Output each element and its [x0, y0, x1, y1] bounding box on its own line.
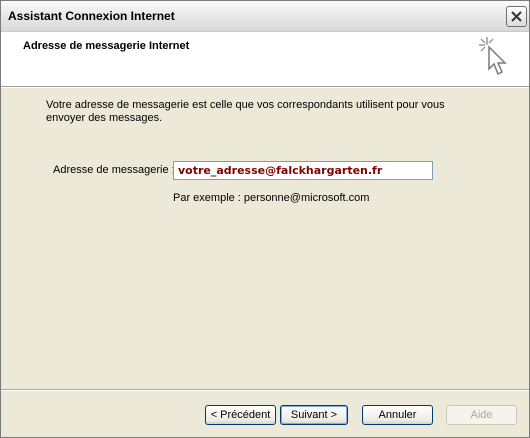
window-title: Assistant Connexion Internet	[8, 9, 175, 23]
wizard-header: Adresse de messagerie Internet	[1, 32, 529, 87]
close-icon	[511, 11, 522, 22]
title-bar[interactable]: Assistant Connexion Internet	[1, 1, 529, 32]
email-field[interactable]: votre_adresse@falckhargarten.fr	[173, 161, 433, 180]
email-field-label: Adresse de messagerie :	[53, 164, 175, 176]
wizard-window: Assistant Connexion Internet Adresse de …	[0, 0, 530, 438]
header-divider	[1, 87, 529, 88]
intro-text: Votre adresse de messagerie est celle qu…	[46, 99, 445, 124]
help-button[interactable]: Aide	[446, 405, 517, 425]
next-button[interactable]: Suivant >	[280, 405, 348, 425]
cancel-button[interactable]: Annuler	[362, 405, 433, 425]
footer-divider-highlight	[1, 390, 529, 391]
wizard-cursor-icon	[479, 37, 507, 76]
close-button[interactable]	[506, 6, 527, 27]
page-title: Adresse de messagerie Internet	[23, 40, 190, 52]
previous-button[interactable]: < Précédent	[205, 405, 276, 425]
example-text: Par exemple : personne@microsoft.com	[173, 192, 370, 204]
